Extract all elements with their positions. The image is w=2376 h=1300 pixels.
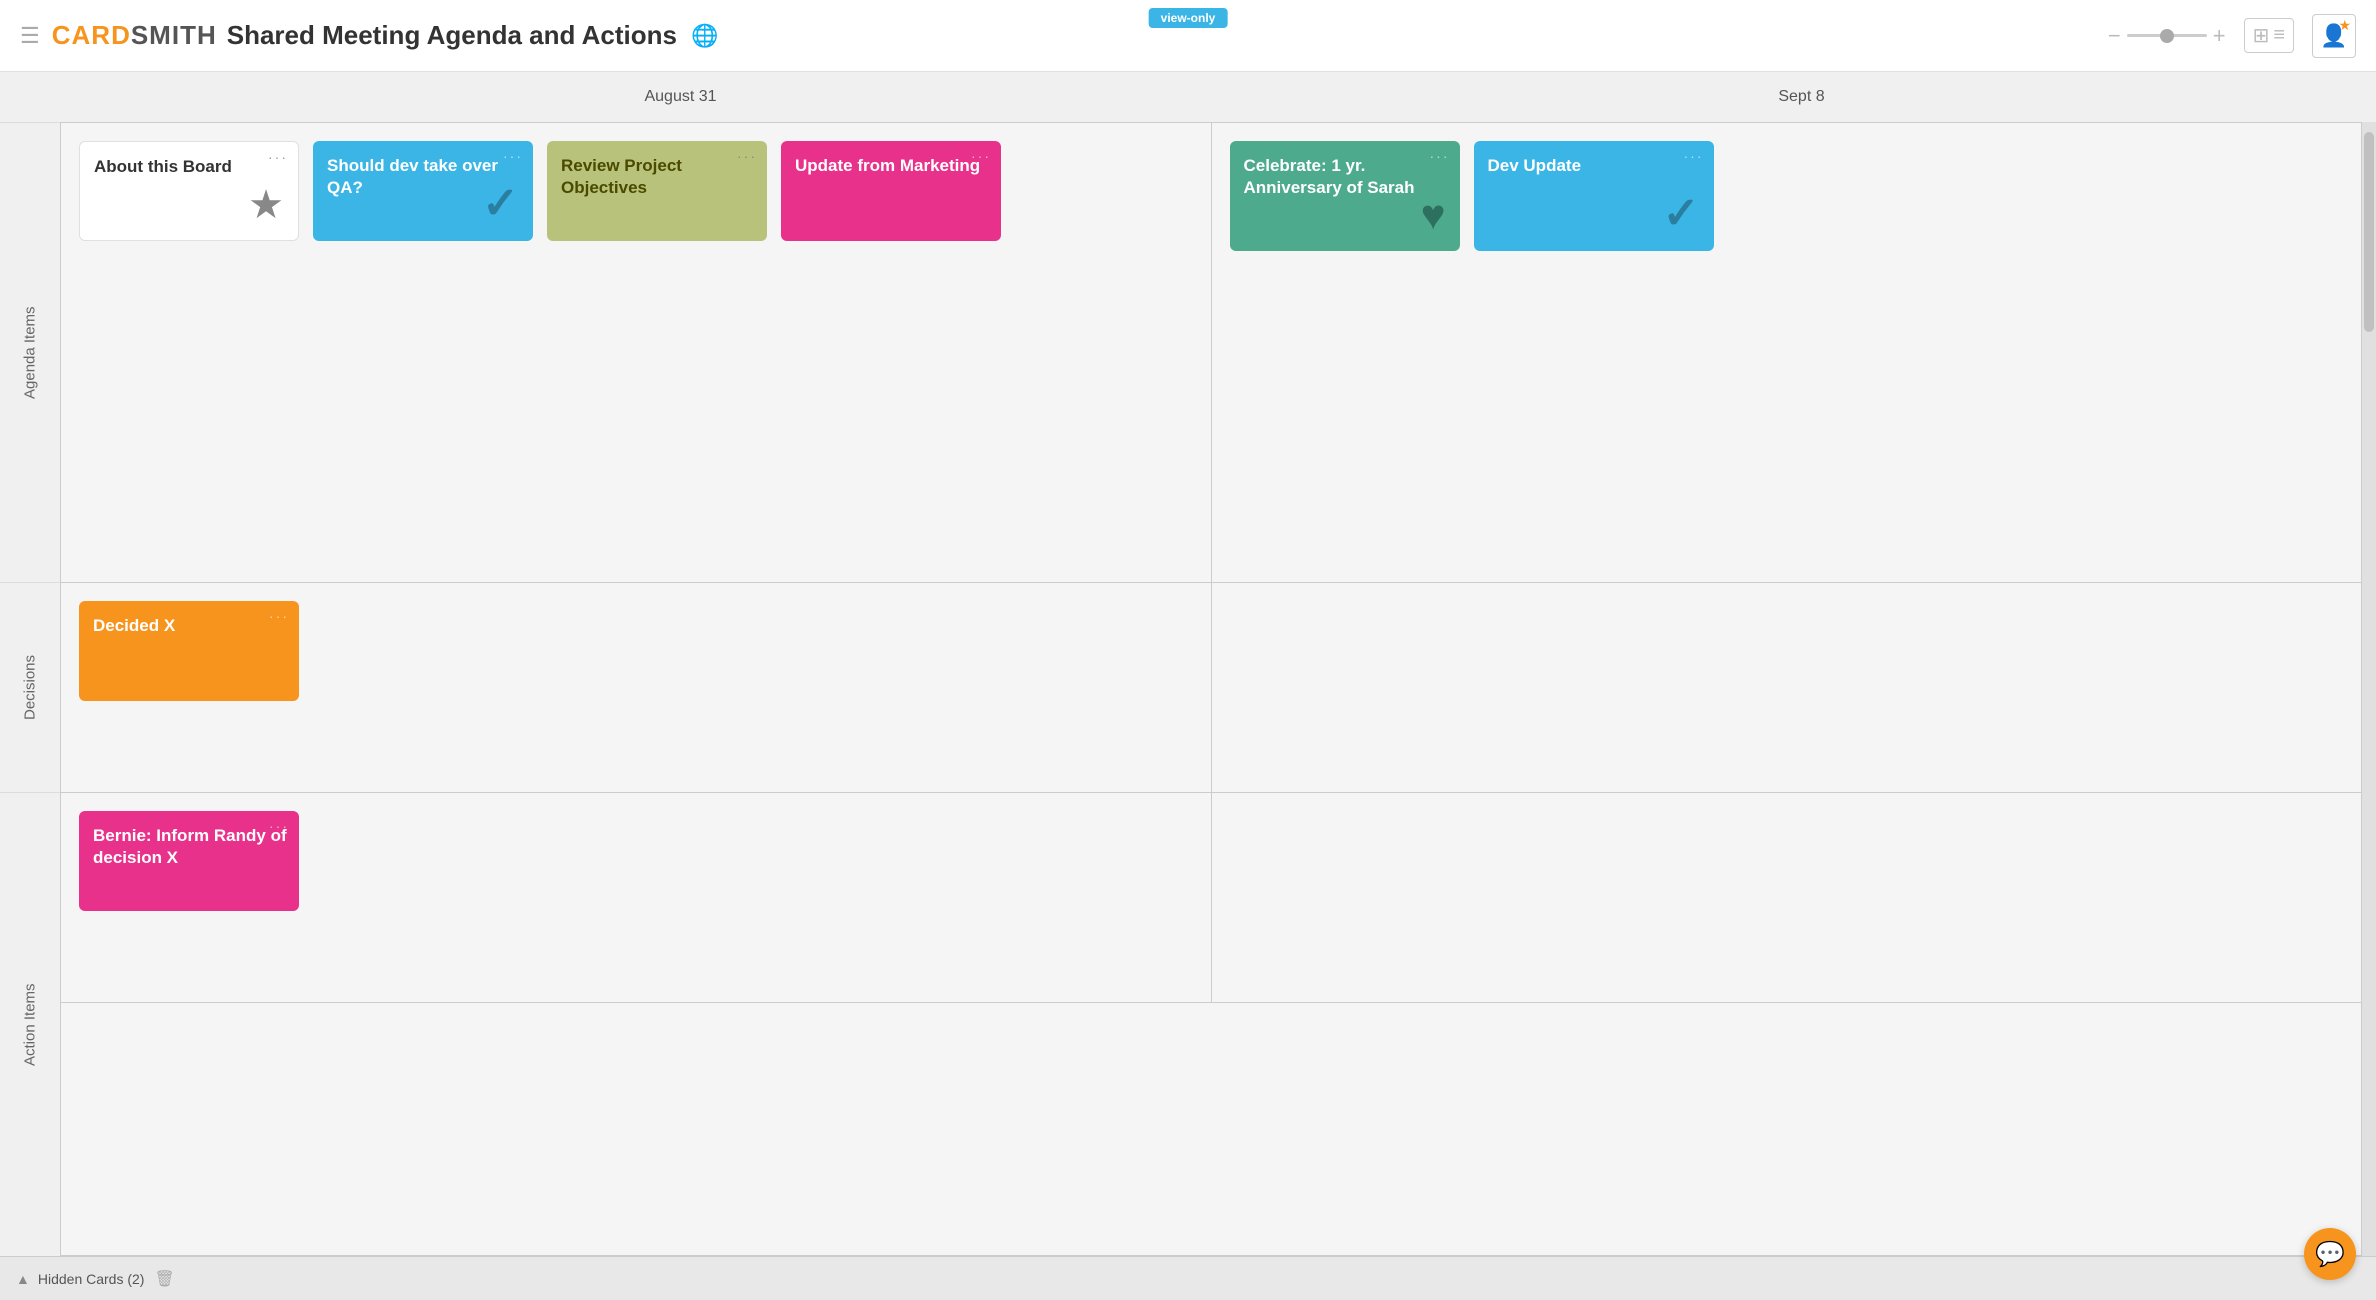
grid-cell-actions-aug31: ··· Bernie: Inform Randy of decision X <box>61 793 1212 1002</box>
header: ☰ CARDSMITH Shared Meeting Agenda and Ac… <box>0 0 2376 72</box>
hidden-cards-toggle[interactable]: ▲ Hidden Cards (2) <box>16 1271 144 1287</box>
card-title: Bernie: Inform Randy of decision X <box>93 826 287 867</box>
card-title: About this Board <box>94 157 232 176</box>
grid-area: ··· About this Board ★ ··· Should dev ta… <box>60 122 2362 1256</box>
zoom-control: − + <box>2108 23 2226 49</box>
card-menu-dots[interactable]: ··· <box>503 149 523 163</box>
chat-bubble-button[interactable]: 💬 <box>2304 1228 2356 1280</box>
row-labels: Agenda Items Decisions Action Items <box>0 122 60 1256</box>
hamburger-menu-icon[interactable]: ☰ <box>20 23 40 49</box>
card-review-project[interactable]: ··· Review Project Objectives <box>547 141 767 241</box>
card-menu-dots[interactable]: ··· <box>971 149 991 163</box>
star-card-icon: ★ <box>248 182 284 228</box>
card-update-marketing[interactable]: ··· Update from Marketing <box>781 141 1001 241</box>
bottom-bar: ▲ Hidden Cards (2) 🗑 <box>0 1256 2376 1300</box>
list-view-icon[interactable]: ≡ <box>2273 24 2285 47</box>
card-about-board[interactable]: ··· About this Board ★ <box>79 141 299 241</box>
grid-cell-actions-sep8 <box>1212 793 2362 1002</box>
grid-cell-agenda-sep8: ··· Celebrate: 1 yr. Anniversary of Sara… <box>1212 123 2362 582</box>
column-headers: August 31 Sept 8 <box>0 72 2376 122</box>
grid-row-agenda: ··· About this Board ★ ··· Should dev ta… <box>61 123 2361 583</box>
card-menu-dots[interactable]: ··· <box>269 609 289 623</box>
view-toggle-group: ⊞ ≡ <box>2244 18 2294 53</box>
grid-cell-agenda-aug31: ··· About this Board ★ ··· Should dev ta… <box>61 123 1212 582</box>
grid-view-icon[interactable]: ⊞ <box>2253 23 2270 48</box>
zoom-thumb <box>2160 29 2174 43</box>
grid-row-decisions: ··· Decided X <box>61 583 2361 793</box>
card-title: Dev Update <box>1488 156 1582 175</box>
card-title: Review Project Objectives <box>561 156 682 197</box>
logo-smith: SMITH <box>131 20 217 50</box>
card-menu-dots[interactable]: ··· <box>269 819 289 833</box>
star-icon: ★ <box>2338 17 2351 34</box>
row-label-agenda: Agenda Items <box>0 122 60 582</box>
board-title: Shared Meeting Agenda and Actions <box>227 20 677 51</box>
logo: CARDSMITH <box>52 20 217 51</box>
check-card-icon: ✓ <box>482 178 519 229</box>
trash-icon[interactable]: 🗑 <box>154 1269 174 1289</box>
heart-card-icon: ♥ <box>1421 191 1446 239</box>
profile-button[interactable]: ★ 👤 <box>2312 14 2356 58</box>
board-container: Agenda Items Decisions Action Items ··· … <box>0 122 2376 1256</box>
scrollbar-track[interactable] <box>2362 122 2376 1256</box>
chat-icon: 💬 <box>2315 1240 2345 1269</box>
card-should-dev[interactable]: ··· Should dev take over QA? ✓ <box>313 141 533 241</box>
card-title: Update from Marketing <box>795 156 980 175</box>
globe-icon[interactable]: 🌐 <box>691 23 718 49</box>
card-title: Celebrate: 1 yr. Anniversary of Sarah <box>1244 156 1415 197</box>
card-menu-dots[interactable]: ··· <box>268 150 288 164</box>
view-only-badge: view-only <box>1149 8 1228 28</box>
grid-row-actions: ··· Bernie: Inform Randy of decision X <box>61 793 2361 1003</box>
header-right: − + ⊞ ≡ ★ 👤 <box>2108 14 2356 58</box>
card-title: Decided X <box>93 616 175 635</box>
card-celebrate[interactable]: ··· Celebrate: 1 yr. Anniversary of Sara… <box>1230 141 1460 251</box>
zoom-slider[interactable] <box>2127 34 2207 37</box>
card-menu-dots[interactable]: ··· <box>737 149 757 163</box>
grid-cell-decisions-sep8 <box>1212 583 2362 792</box>
row-label-decisions: Decisions <box>0 582 60 792</box>
zoom-out-button[interactable]: − <box>2108 23 2121 49</box>
hidden-cards-label: Hidden Cards (2) <box>38 1271 145 1287</box>
card-menu-dots[interactable]: ··· <box>1684 149 1704 163</box>
col-header-area: August 31 Sept 8 <box>120 88 2362 106</box>
logo-text: CARDSMITH <box>52 20 217 51</box>
col-header-aug31: August 31 <box>120 88 1241 106</box>
card-dev-update[interactable]: ··· Dev Update ✓ <box>1474 141 1714 251</box>
zoom-in-button[interactable]: + <box>2213 23 2226 49</box>
card-menu-dots[interactable]: ··· <box>1430 149 1450 163</box>
scrollbar-thumb[interactable] <box>2364 132 2374 332</box>
chevron-up-icon: ▲ <box>16 1271 30 1287</box>
card-decided-x[interactable]: ··· Decided X <box>79 601 299 701</box>
grid-cell-decisions-aug31: ··· Decided X <box>61 583 1212 792</box>
card-title: Should dev take over QA? <box>327 156 498 197</box>
row-label-actions: Action Items <box>0 792 60 1256</box>
col-header-sep8: Sept 8 <box>1241 88 2362 106</box>
logo-card: CARD <box>52 20 131 50</box>
check-card-icon: ✓ <box>1663 188 1700 239</box>
card-bernie[interactable]: ··· Bernie: Inform Randy of decision X <box>79 811 299 911</box>
